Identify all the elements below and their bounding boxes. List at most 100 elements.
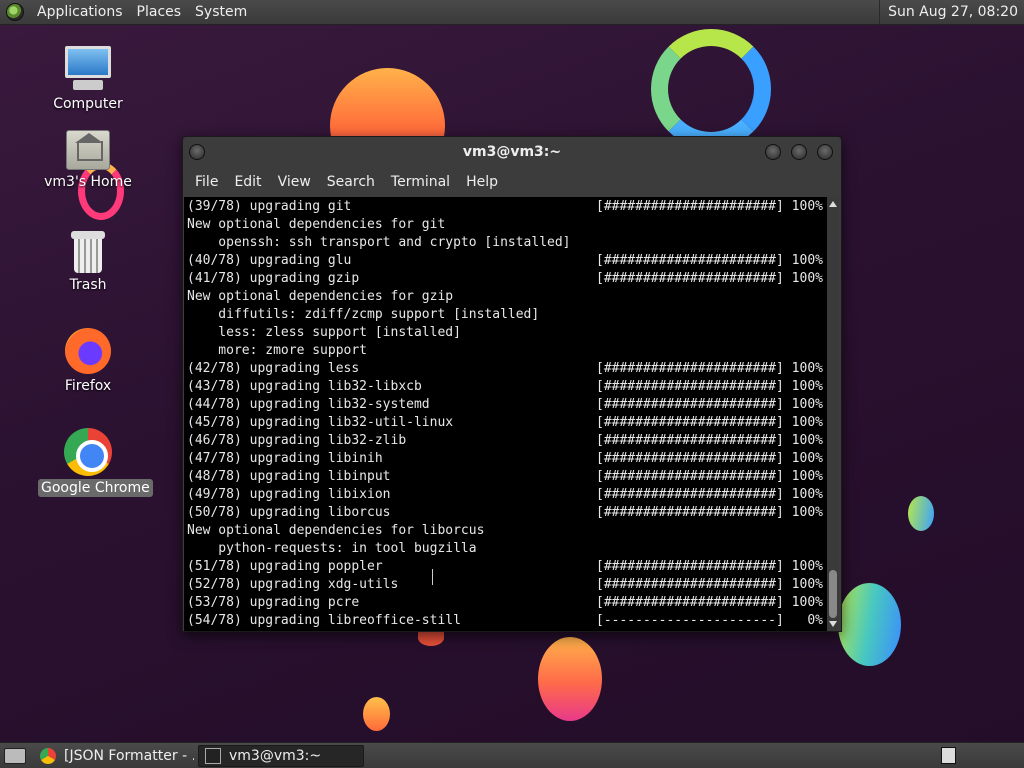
terminal-line: python-requests: in tool bugzilla xyxy=(187,540,827,558)
desktop-icon-home[interactable]: vm3's Home xyxy=(38,130,138,191)
menu-terminal[interactable]: Terminal xyxy=(383,174,458,190)
desktop-icon-chrome[interactable]: Google Chrome xyxy=(38,428,153,497)
minimize-button[interactable] xyxy=(765,144,781,160)
taskbar-item-label: [JSON Formatter - ... xyxy=(64,747,194,764)
terminal-line-text: New optional dependencies for gzip xyxy=(187,289,454,304)
terminal-scrollbar[interactable] xyxy=(827,197,839,631)
terminal-line-text: (46/78) upgrading lib32-zlib xyxy=(187,433,407,448)
show-desktop-icon[interactable] xyxy=(4,747,26,764)
desktop-icon-trash[interactable]: Trash xyxy=(38,231,138,294)
terminal-window[interactable]: vm3@vm3:~ File Edit View Search Terminal… xyxy=(182,136,842,632)
desktop-icon-computer[interactable]: Computer xyxy=(38,46,138,113)
progress-bar-text: [######################] 100% xyxy=(596,469,823,484)
taskbar-item-terminal[interactable]: vm3@vm3:~ xyxy=(198,744,364,767)
terminal-line-text: (53/78) upgrading pcre xyxy=(187,595,360,610)
terminal-line-text: openssh: ssh transport and crypto [insta… xyxy=(187,235,571,250)
progress-bar-text: [######################] 100% xyxy=(596,271,823,286)
menu-search[interactable]: Search xyxy=(319,174,383,190)
wallpaper-small-blob xyxy=(363,697,390,731)
terminal-line: New optional dependencies for git xyxy=(187,216,827,234)
terminal-line: (51/78) upgrading poppler [##############… xyxy=(187,558,827,576)
workspace-switcher-icon[interactable] xyxy=(941,747,956,764)
taskbar-item-chrome[interactable]: [JSON Formatter - ... xyxy=(34,745,194,767)
scroll-up-arrow-icon[interactable] xyxy=(829,201,837,207)
scrollbar-thumb[interactable] xyxy=(829,570,837,618)
wallpaper-blue-blob xyxy=(838,583,901,666)
terminal-line-text: (45/78) upgrading lib32-util-linux xyxy=(187,415,454,430)
terminal-line-text: (43/78) upgrading lib32-libxcb xyxy=(187,379,422,394)
chrome-icon xyxy=(40,747,56,764)
terminal-line-text: (51/78) upgrading poppler xyxy=(187,559,383,574)
menu-system[interactable]: System xyxy=(188,4,254,20)
window-menu-button[interactable] xyxy=(189,144,205,160)
close-button[interactable] xyxy=(817,144,833,160)
taskbar-item-label: vm3@vm3:~ xyxy=(229,747,322,764)
terminal-line-text: (48/78) upgrading libinput xyxy=(187,469,391,484)
desktop-icon-label: Firefox xyxy=(64,378,112,394)
terminal-line: (52/78) upgrading xdg-utils [############… xyxy=(187,576,827,594)
terminal-line: New optional dependencies for gzip xyxy=(187,288,827,306)
terminal-line: (44/78) upgrading lib32-systemd [########… xyxy=(187,396,827,414)
chrome-icon xyxy=(64,428,112,476)
scroll-down-arrow-icon[interactable] xyxy=(829,621,837,627)
terminal-line-text: less: zless support [installed] xyxy=(187,325,461,340)
window-titlebar[interactable]: vm3@vm3:~ xyxy=(183,137,841,167)
terminal-line-text: (50/78) upgrading liborcus xyxy=(187,505,391,520)
terminal-output[interactable]: (39/78) upgrading git [##################… xyxy=(184,197,827,631)
progress-bar-text: [######################] 100% xyxy=(596,397,823,412)
wallpaper-ring xyxy=(651,29,771,149)
wallpaper-red-blob xyxy=(418,630,444,646)
terminal-icon xyxy=(205,747,221,764)
firefox-icon xyxy=(65,328,111,374)
desktop-icon-label: Trash xyxy=(69,277,107,293)
terminal-line: more: zmore support xyxy=(187,342,827,360)
terminal-line-text: more: zmore support xyxy=(187,343,368,358)
distro-logo-icon[interactable] xyxy=(6,3,24,21)
terminal-line: (43/78) upgrading lib32-libxcb [#########… xyxy=(187,378,827,396)
menu-view[interactable]: View xyxy=(270,174,319,190)
terminal-menubar: File Edit View Search Terminal Help xyxy=(183,167,841,197)
terminal-line: New optional dependencies for liborcus xyxy=(187,522,827,540)
terminal-line: openssh: ssh transport and crypto [insta… xyxy=(187,234,827,252)
progress-bar-text: [######################] 100% xyxy=(596,559,823,574)
progress-bar-text: [######################] 100% xyxy=(596,199,823,214)
terminal-line-text: (49/78) upgrading libixion xyxy=(187,487,391,502)
trash-icon xyxy=(71,231,105,273)
terminal-line: (54/78) upgrading libreoffice-still [----… xyxy=(187,612,827,630)
terminal-line: (49/78) upgrading libixion [#############… xyxy=(187,486,827,504)
wallpaper-small-blue-blob xyxy=(908,496,934,531)
terminal-line-text: (47/78) upgrading libinih xyxy=(187,451,383,466)
terminal-line: (41/78) upgrading gzip [#################… xyxy=(187,270,827,288)
progress-bar-text: [######################] 100% xyxy=(596,451,823,466)
progress-bar-text: [######################] 100% xyxy=(596,379,823,394)
desktop-icon-firefox[interactable]: Firefox xyxy=(38,328,138,395)
terminal-line-text: (42/78) upgrading less xyxy=(187,361,360,376)
menu-applications[interactable]: Applications xyxy=(30,4,130,20)
home-folder-icon xyxy=(66,130,110,170)
bottom-panel: [JSON Formatter - ... vm3@vm3:~ xyxy=(0,742,1024,768)
maximize-button[interactable] xyxy=(791,144,807,160)
progress-bar-text: [----------------------] 0% xyxy=(596,613,823,628)
terminal-line-text: (52/78) upgrading xdg-utils xyxy=(187,577,399,592)
terminal-line: (48/78) upgrading libinput [#############… xyxy=(187,468,827,486)
terminal-line: (50/78) upgrading liborcus [#############… xyxy=(187,504,827,522)
desktop-icon-label: Computer xyxy=(53,96,123,112)
menu-places[interactable]: Places xyxy=(130,4,189,20)
window-title: vm3@vm3:~ xyxy=(462,144,562,160)
terminal-line: less: zless support [installed] xyxy=(187,324,827,342)
menu-help[interactable]: Help xyxy=(458,174,506,190)
terminal-line-text: New optional dependencies for liborcus xyxy=(187,523,485,538)
menu-file[interactable]: File xyxy=(187,174,226,190)
panel-clock[interactable]: Sun Aug 27, 08:20 xyxy=(879,0,1024,25)
terminal-line-text: python-requests: in tool bugzilla xyxy=(187,541,477,556)
computer-icon xyxy=(63,46,113,92)
progress-bar-text: [######################] 100% xyxy=(596,415,823,430)
terminal-line: (46/78) upgrading lib32-zlib [###########… xyxy=(187,432,827,450)
terminal-line: (39/78) upgrading git [##################… xyxy=(187,198,827,216)
terminal-line-text: (54/78) upgrading libreoffice-still xyxy=(187,613,461,628)
progress-bar-text: [######################] 100% xyxy=(596,577,823,592)
terminal-line: (53/78) upgrading pcre [#################… xyxy=(187,594,827,612)
menu-edit[interactable]: Edit xyxy=(226,174,269,190)
progress-bar-text: [######################] 100% xyxy=(596,595,823,610)
terminal-line-text: diffutils: zdiff/zcmp support [installed… xyxy=(187,307,540,322)
